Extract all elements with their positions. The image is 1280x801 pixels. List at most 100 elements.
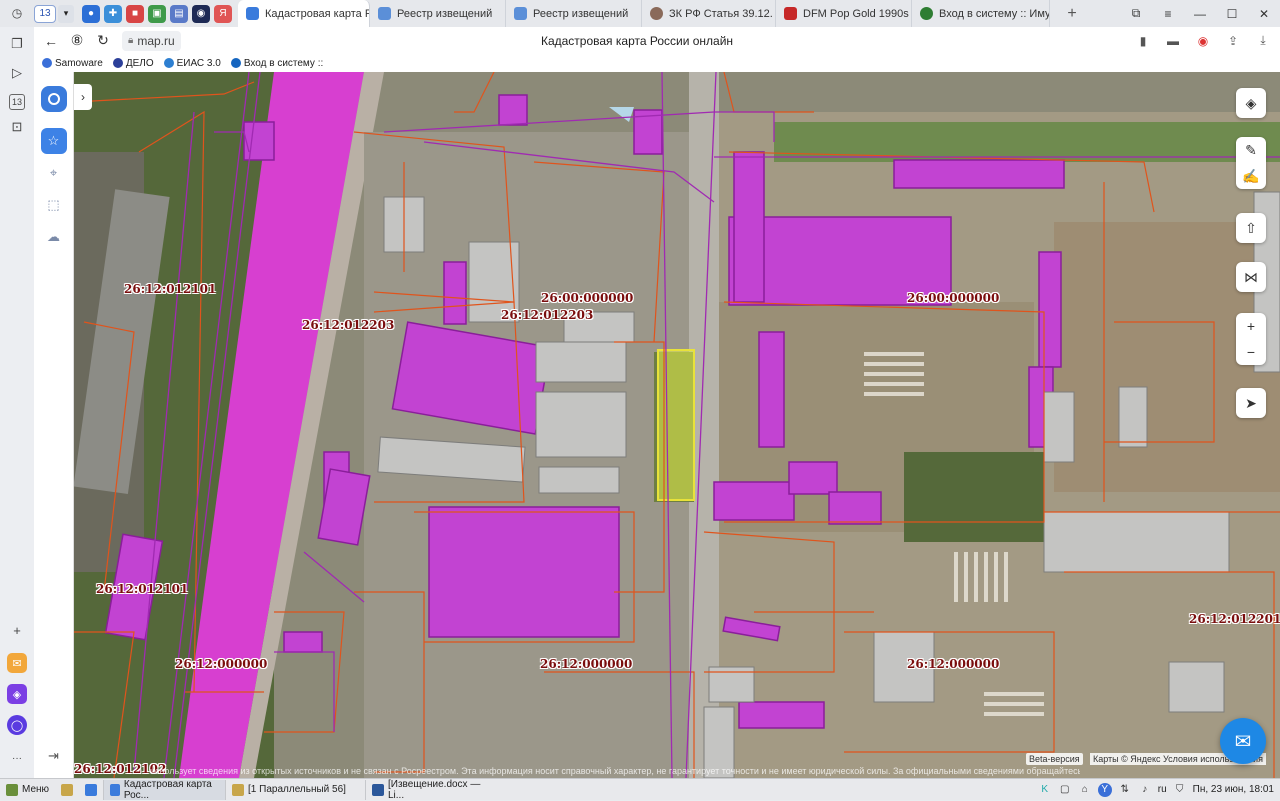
edit-icon[interactable]: ✍ — [1236, 163, 1266, 189]
logout-icon[interactable]: ⇥ — [48, 748, 59, 764]
history-icon[interactable]: ◷ — [6, 2, 28, 24]
pinned-tab[interactable]: ● — [82, 4, 100, 23]
url-field[interactable]: 🔒︎ map.ru — [122, 30, 181, 51]
expand-panel-button[interactable]: › — [74, 84, 92, 110]
tab-title: ЗК РФ Статья 39.12. Пр — [669, 7, 775, 20]
tab-land-code[interactable]: ЗК РФ Статья 39.12. Пр — [642, 0, 776, 27]
star-icon[interactable]: ☆ — [40, 128, 67, 154]
locate-icon[interactable]: ➤ — [1236, 388, 1266, 418]
cadastral-label[interactable]: 26:00:000000 — [907, 291, 999, 305]
download-icon[interactable]: ⤓ — [1252, 30, 1274, 52]
folder-icon — [232, 783, 245, 796]
chevron-down-icon[interactable]: ▾ — [58, 4, 74, 23]
pinned-tab[interactable]: ✚ — [104, 4, 122, 23]
minimize-button[interactable]: — — [1184, 0, 1216, 27]
bookmark-label: ЕИАС 3.0 — [176, 57, 221, 69]
protect-icon[interactable]: ⑧ — [64, 28, 90, 54]
start-menu-button[interactable]: Меню — [0, 780, 55, 800]
layers-icon[interactable]: ◈ — [1236, 88, 1266, 118]
screenshot-icon[interactable]: ⊡ — [5, 115, 29, 139]
taskbar-window-label: [1 Параллельный 56] — [248, 784, 346, 795]
bookmark-label: ДЕЛО — [125, 57, 154, 69]
clock[interactable]: Пн, 23 июн, 18:01 — [1193, 784, 1274, 795]
cadastral-label[interactable]: 26:12:000000 — [175, 657, 267, 671]
cadastral-label[interactable]: 26:12:000000 — [540, 657, 632, 671]
reload-button[interactable]: ↻ — [90, 28, 116, 54]
browser-icon — [85, 783, 98, 796]
cadastral-label[interactable]: 26:12:012101 — [124, 282, 216, 296]
pinned-tab[interactable]: Я — [214, 4, 232, 23]
cadastral-label[interactable]: 26:12:012201 — [1189, 612, 1280, 626]
bookmark-item[interactable]: Samoware — [42, 58, 103, 69]
taskbar-window-browser[interactable]: Кадастровая карта Рос... — [103, 779, 226, 801]
cadastral-label[interactable]: 26:12:000000 — [907, 657, 999, 671]
bookmark-item[interactable]: ДЕЛО — [112, 57, 154, 69]
mail-app-icon[interactable]: ✉ — [7, 653, 27, 673]
bookmark-item[interactable]: ЕИАС 3.0 — [163, 57, 221, 69]
volume-icon[interactable]: ♪ — [1138, 783, 1152, 797]
mail-icon[interactable]: ✉ — [1220, 718, 1266, 764]
tab-list: Кадастровая карта Р ✕ Реестр извещений Р… — [238, 0, 1050, 27]
network-icon[interactable]: ⇅ — [1118, 783, 1132, 797]
zoom-in-button[interactable]: + — [1236, 313, 1266, 339]
reader-icon[interactable]: ▬ — [1162, 30, 1184, 52]
app-logo[interactable] — [40, 86, 67, 112]
yandex-icon[interactable]: Y — [1097, 782, 1112, 797]
select-area-icon[interactable]: ⬚ — [41, 192, 67, 218]
browser-icon — [110, 783, 120, 796]
calendar-icon[interactable]: 13 — [9, 94, 25, 110]
screen-icon[interactable]: ▢ — [1058, 783, 1072, 797]
extension-icon[interactable]: ◉ — [1192, 30, 1214, 52]
browser-tab-strip: ◷ 13 ▾ ● ✚ ■ ▣ ▤ ◉ Я Кадастровая карта Р… — [0, 0, 1280, 27]
more-icon[interactable]: ··· — [5, 746, 29, 770]
route-icon[interactable]: ⌖ — [41, 160, 67, 186]
share-icon[interactable]: ⋈ — [1236, 262, 1266, 292]
tab-count-badge[interactable]: 13 — [34, 4, 56, 23]
folder-icon — [61, 783, 74, 796]
tab-dfm-radio[interactable]: DFM Pop Gold 1990s — с — [776, 0, 912, 27]
tab-login[interactable]: Вход в систему :: Имущ — [912, 0, 1050, 27]
maximize-button[interactable]: ☐ — [1216, 0, 1248, 27]
tab-registry-2[interactable]: Реестр извещений — [506, 0, 642, 27]
messenger-app-icon[interactable]: ◈ — [7, 684, 27, 704]
k-app-icon[interactable]: K — [1038, 783, 1052, 797]
tab-registry-1[interactable]: Реестр извещений — [370, 0, 506, 27]
pinned-tab[interactable]: ▣ — [148, 4, 166, 23]
browser-launcher[interactable] — [79, 780, 103, 800]
back-button[interactable]: ← — [38, 28, 64, 54]
taskbar-window-files[interactable]: [1 Параллельный 56] — [225, 779, 365, 800]
taskbar-window-document[interactable]: [Извещение.docx — Li... — [365, 779, 505, 801]
media-icon[interactable]: ▷ — [5, 61, 29, 85]
pinned-tab[interactable]: ■ — [126, 4, 144, 23]
tabs-menu-icon[interactable]: ⧉ — [1120, 0, 1152, 27]
cadastral-label[interactable]: 26:12:012203 — [302, 318, 394, 332]
lock-tray-icon[interactable]: ⌂ — [1078, 783, 1092, 797]
close-window-button[interactable]: ✕ — [1248, 0, 1280, 27]
tools-group: ✎ ✍ — [1236, 137, 1266, 189]
bookmark-icon[interactable]: ▮ — [1132, 30, 1154, 52]
pinned-tab[interactable]: ◉ — [192, 4, 210, 23]
files-launcher[interactable] — [55, 780, 79, 800]
new-tab-button[interactable]: + — [1060, 5, 1084, 23]
zoom-out-button[interactable]: − — [1236, 339, 1266, 365]
menu-icon — [6, 783, 18, 796]
tab-cadastral-map[interactable]: Кадастровая карта Р ✕ — [238, 0, 370, 27]
share-page-icon[interactable]: ⇪ — [1222, 30, 1244, 52]
keyboard-layout[interactable]: ru — [1158, 784, 1167, 795]
upload-icon[interactable]: ⇧ — [1236, 213, 1266, 243]
cadastral-label[interactable]: 26:12:012203 — [501, 308, 593, 322]
menu-icon[interactable]: ≡ — [1152, 0, 1184, 27]
cadastral-label[interactable]: 26:12:012101 — [96, 582, 188, 596]
collections-icon[interactable]: ❐ — [5, 32, 29, 56]
satellite-map[interactable]: 26:12:012101 26:12:012203 26:00:000000 2… — [74, 72, 1280, 778]
pinned-tab[interactable]: ▤ — [170, 4, 188, 23]
bookmark-item[interactable]: Вход в систему :: — [230, 58, 323, 69]
cadastral-label[interactable]: 26:00:000000 — [541, 291, 633, 305]
cloud-icon[interactable]: ☁ — [41, 224, 67, 250]
add-icon[interactable]: + — [5, 618, 29, 642]
tab-favicon — [378, 7, 391, 20]
alice-app-icon[interactable]: ◯ — [7, 715, 27, 735]
shield-icon[interactable]: ⛉ — [1173, 783, 1187, 797]
page-title: Кадастровая карта России онлайн — [540, 33, 734, 48]
ruler-icon[interactable]: ✎ — [1236, 137, 1266, 163]
